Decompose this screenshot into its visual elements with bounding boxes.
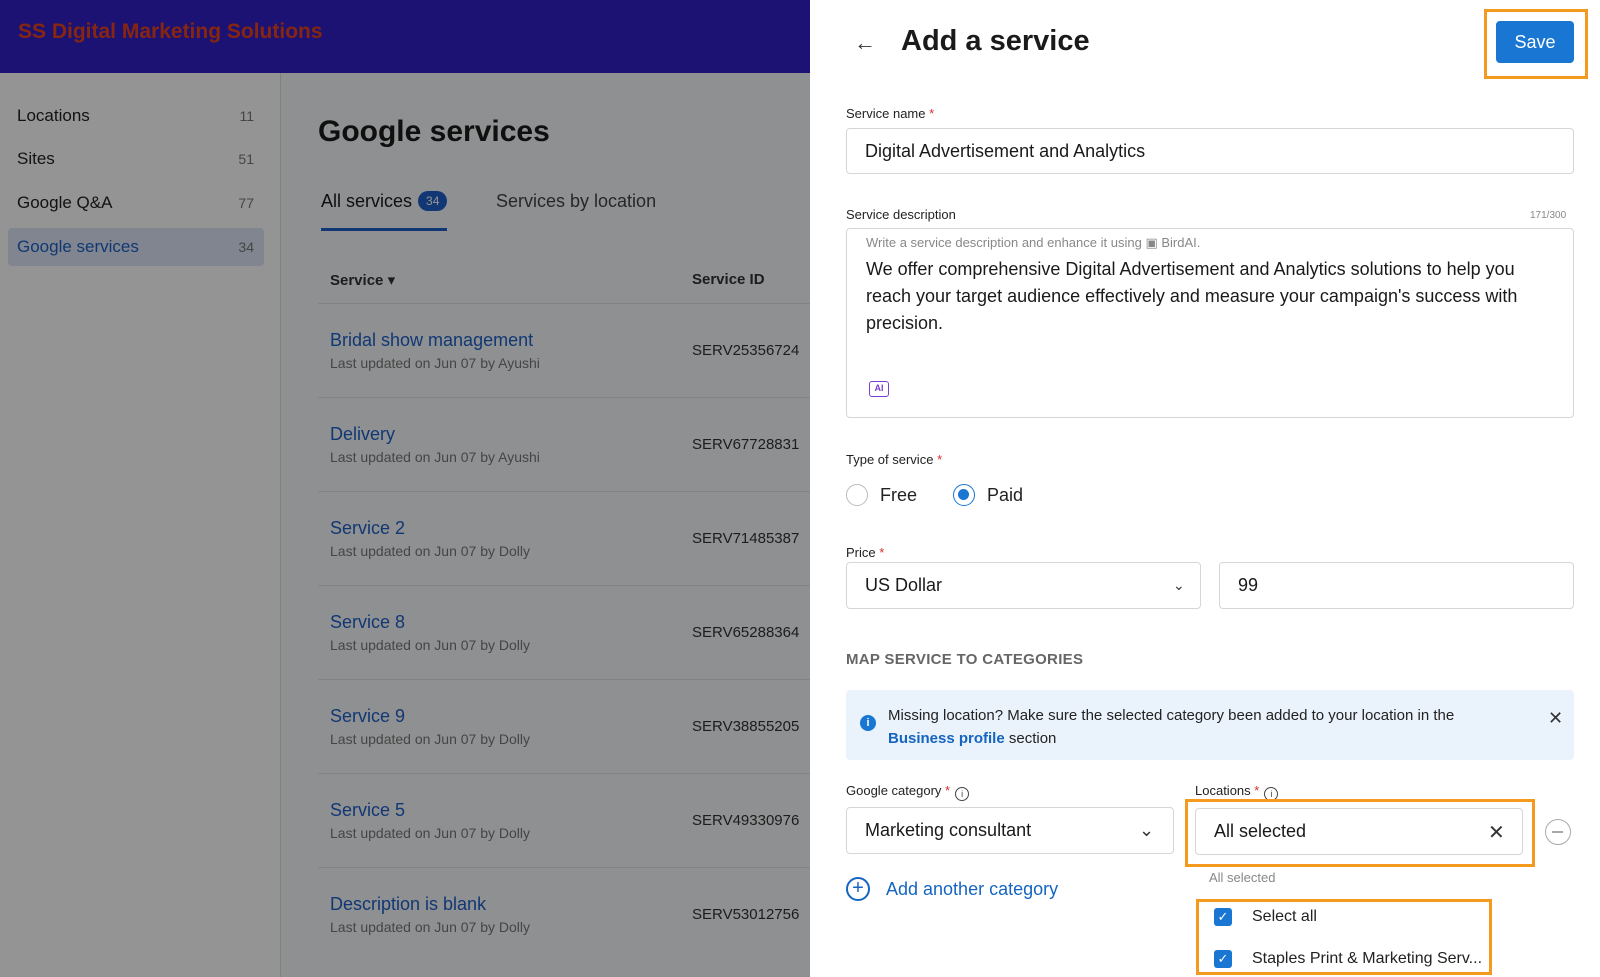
checkbox-checked-icon[interactable]: ✓ bbox=[1214, 908, 1232, 926]
plus-circle-icon: + bbox=[846, 877, 870, 901]
drawer-title: Add a service bbox=[901, 25, 1090, 57]
save-button[interactable]: Save bbox=[1496, 21, 1574, 63]
close-icon[interactable]: ✕ bbox=[1548, 708, 1563, 729]
business-profile-link[interactable]: Business profile bbox=[888, 730, 1005, 747]
required-asterisk: * bbox=[937, 452, 943, 467]
description-text: We offer comprehensive Digital Advertise… bbox=[866, 259, 1518, 333]
info-banner: i Missing location? Make sure the select… bbox=[846, 690, 1574, 760]
info-icon[interactable]: i bbox=[955, 787, 970, 801]
add-another-category-button[interactable]: + Add another category bbox=[846, 877, 1058, 901]
service-name-input[interactable]: Digital Advertisement and Analytics bbox=[846, 128, 1574, 174]
dropdown-caption: All selected bbox=[1209, 870, 1276, 885]
currency-select[interactable]: US Dollar ⌄ bbox=[846, 562, 1201, 609]
chevron-down-icon: ⌄ bbox=[1139, 820, 1155, 840]
locations-select[interactable]: All selected ✕ bbox=[1195, 808, 1523, 855]
required-asterisk: * bbox=[929, 106, 935, 121]
price-amount-input[interactable]: 99 bbox=[1219, 562, 1574, 609]
clear-icon[interactable]: ✕ bbox=[1488, 820, 1505, 845]
birdai-small-icon: ▣ bbox=[1145, 235, 1158, 250]
radio-button-selected[interactable] bbox=[953, 484, 975, 506]
chevron-down-icon: ⌄ bbox=[1173, 577, 1185, 593]
option-select-all[interactable]: ✓ Select all bbox=[1214, 908, 1317, 926]
info-banner-text: Missing location? Make sure the selected… bbox=[888, 707, 1455, 747]
back-arrow-icon[interactable]: ← bbox=[854, 30, 880, 56]
google-category-select[interactable]: Marketing consultant ⌄ bbox=[846, 807, 1174, 854]
service-name-label: Service name * bbox=[846, 106, 935, 121]
service-description-label: Service description bbox=[846, 207, 956, 222]
char-counter: 171/300 bbox=[1530, 210, 1567, 221]
radio-free[interactable]: Free bbox=[846, 484, 917, 506]
price-label: Price * bbox=[846, 545, 885, 560]
radio-button[interactable] bbox=[846, 484, 868, 506]
remove-category-icon[interactable] bbox=[1545, 819, 1571, 845]
required-asterisk: * bbox=[879, 545, 885, 560]
google-category-label: Google category * i bbox=[846, 783, 970, 801]
add-service-drawer: ← Add a service Save Service name * Digi… bbox=[810, 0, 1600, 977]
info-icon: i bbox=[860, 715, 876, 731]
option-location[interactable]: ✓ Staples Print & Marketing Serv... bbox=[1214, 950, 1482, 968]
modal-backdrop[interactable] bbox=[0, 0, 810, 977]
checkbox-checked-icon[interactable]: ✓ bbox=[1214, 950, 1232, 968]
ai-enhance-icon[interactable]: AI bbox=[869, 381, 889, 397]
description-hint: Write a service description and enhance … bbox=[866, 235, 1201, 250]
radio-paid[interactable]: Paid bbox=[953, 484, 1023, 506]
type-of-service-label: Type of service * bbox=[846, 452, 943, 467]
required-asterisk: * bbox=[945, 783, 951, 798]
section-title: MAP SERVICE TO CATEGORIES bbox=[846, 651, 1084, 668]
required-asterisk: * bbox=[1254, 783, 1260, 798]
service-description-textarea[interactable]: Write a service description and enhance … bbox=[846, 228, 1574, 418]
